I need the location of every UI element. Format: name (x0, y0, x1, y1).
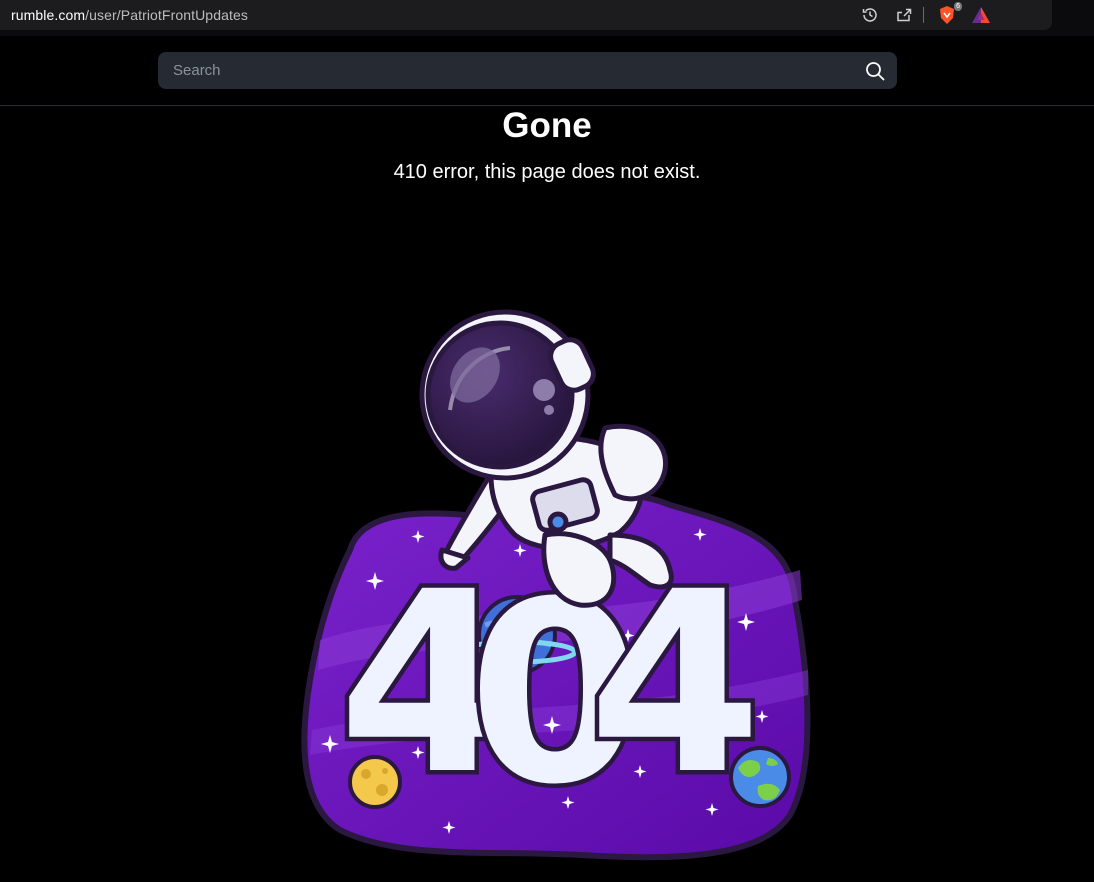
url-path: /user/PatriotFrontUpdates (85, 7, 248, 23)
address-bar[interactable]: rumble.com/user/PatriotFrontUpdates 6 (0, 0, 1052, 30)
earth-planet (729, 746, 791, 808)
error-message: 410 error, this page does not exist. (393, 161, 701, 183)
toolbar-divider (923, 7, 924, 23)
search-icon[interactable] (865, 61, 885, 81)
address-bar-actions: 6 (847, 2, 992, 26)
share-icon[interactable] (893, 4, 915, 26)
url-domain: rumble.com (11, 7, 86, 23)
astronaut-404-illustration: 4 0 4 (301, 309, 811, 861)
moon (348, 755, 402, 809)
search-input[interactable] (158, 52, 863, 89)
brave-shield-icon[interactable]: 6 (936, 2, 962, 26)
astronaut (419, 309, 674, 608)
search-box (158, 52, 897, 89)
history-icon[interactable] (859, 4, 881, 26)
browser-toolbar: rumble.com/user/PatriotFrontUpdates 6 (0, 0, 1094, 36)
shield-count-badge: 6 (954, 2, 962, 11)
url-text[interactable]: rumble.com/user/PatriotFrontUpdates (11, 7, 248, 23)
page-title: Gone (502, 106, 592, 145)
site-header (0, 36, 1094, 106)
brave-rewards-icon[interactable] (970, 4, 992, 26)
